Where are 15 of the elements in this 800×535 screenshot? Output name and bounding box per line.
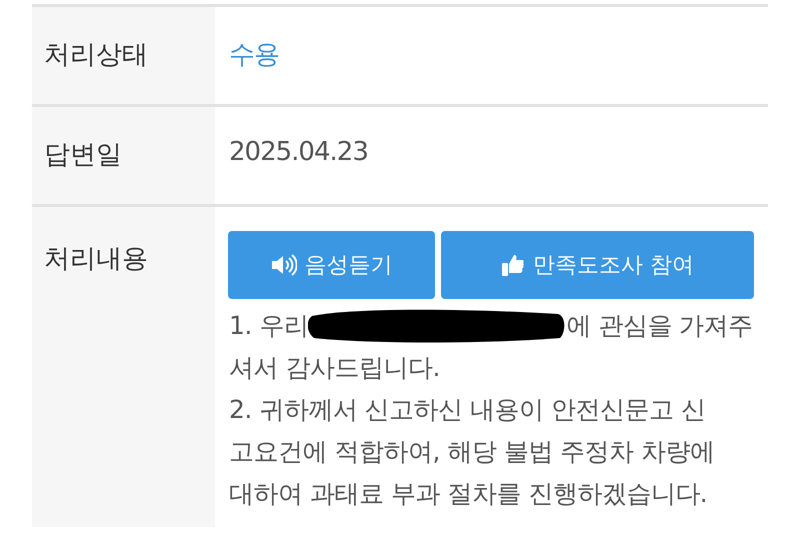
speaker-icon <box>270 254 296 276</box>
row-label: 처리상태 <box>44 40 148 70</box>
row-label: 처리내용 <box>44 244 148 274</box>
row-label: 답변일 <box>44 140 122 170</box>
content-text: 고요건에 적합하여, 해당 불법 주정차 차량에 <box>229 436 715 468</box>
content-text: 대하여 과태료 부과 절차를 진행하겠습니다. <box>229 478 708 510</box>
listen-button[interactable]: 음성듣기 <box>228 231 435 299</box>
answer-date: 2025.04.23 <box>229 137 368 167</box>
content-text: 에 관심을 가져주 <box>566 310 753 342</box>
survey-button[interactable]: 만족도조사 참여 <box>441 231 754 299</box>
content-text: 1. 우리 <box>229 310 308 342</box>
thumbs-up-icon <box>501 253 525 277</box>
status-value: 수용 <box>229 40 279 70</box>
content-text: 셔서 감사드립니다. <box>229 352 440 384</box>
content-text: 2. 귀하께서 신고하신 내용이 안전신문고 신 <box>229 394 706 426</box>
